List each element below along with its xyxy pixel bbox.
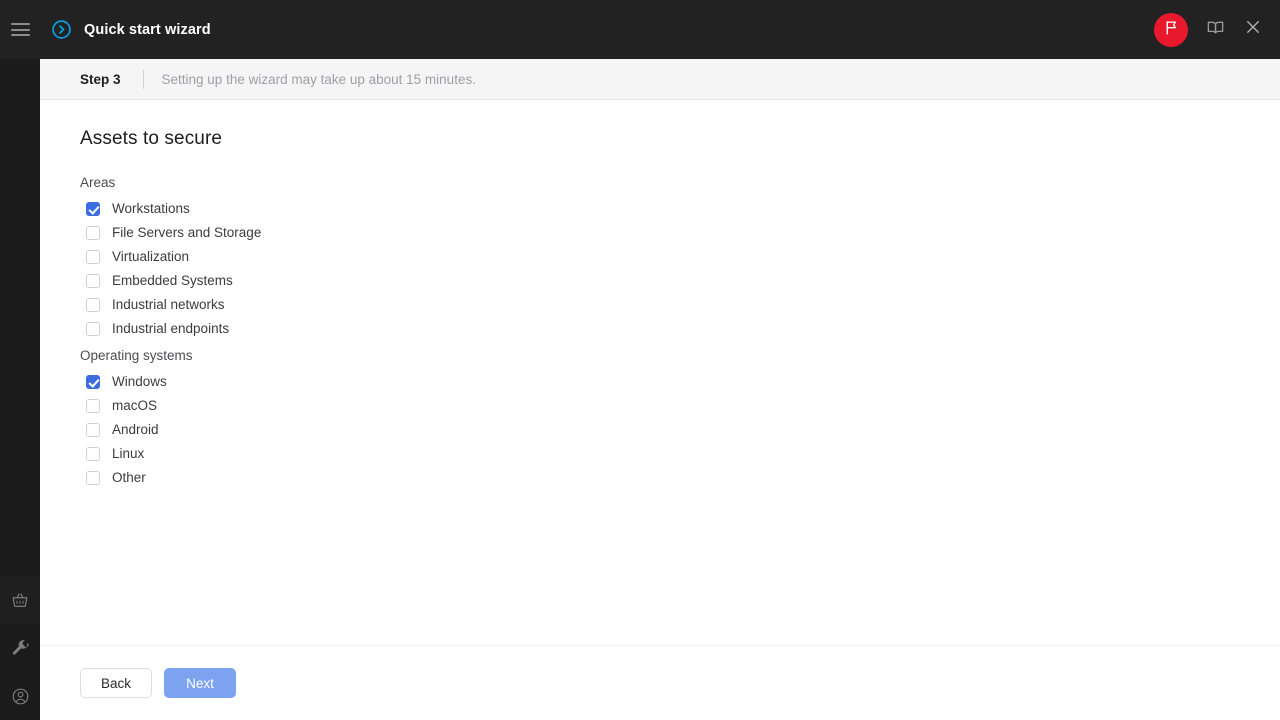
checkbox-unchecked-icon[interactable]: [86, 250, 100, 264]
step-divider: [142, 69, 144, 89]
checkbox-unchecked-icon[interactable]: [86, 322, 100, 336]
help-book-button[interactable]: [1204, 19, 1226, 41]
basket-icon: [11, 591, 29, 609]
checkbox-list: Workstations File Servers and Storage Virt…: [80, 197, 1240, 341]
checkbox-row[interactable]: Industrial endpoints: [80, 317, 1240, 341]
menu-toggle-area[interactable]: [0, 0, 40, 59]
checkbox-label: Windows: [112, 374, 167, 389]
checkbox-row[interactable]: Other: [80, 466, 1240, 490]
checkbox-label: Virtualization: [112, 249, 190, 264]
checkbox-label: Embedded Systems: [112, 273, 233, 288]
checkbox-unchecked-icon[interactable]: [86, 298, 100, 312]
checkbox-unchecked-icon[interactable]: [86, 226, 100, 240]
close-icon: [1244, 18, 1262, 41]
checkbox-list: Windows macOS Android Linux Other: [80, 370, 1240, 490]
group-label: Operating systems: [80, 348, 193, 363]
wizard-window: Quick start wizard Step 3 Setting up the…: [0, 0, 1280, 720]
checkbox-label: Industrial networks: [112, 297, 225, 312]
step-note: Setting up the wizard may take up about …: [161, 71, 476, 87]
wizard-footer: Back Next: [40, 645, 1280, 720]
flag-badge-button[interactable]: [1154, 12, 1188, 47]
checkbox-row[interactable]: File Servers and Storage: [80, 221, 1240, 245]
hamburger-menu-icon[interactable]: [10, 23, 30, 36]
checkbox-checked-icon[interactable]: [86, 375, 100, 389]
checkbox-row[interactable]: Android: [80, 418, 1240, 442]
checkbox-row[interactable]: Embedded Systems: [80, 269, 1240, 293]
rail-item-account[interactable]: [0, 672, 40, 720]
checkbox-row[interactable]: Linux: [80, 442, 1240, 466]
back-button[interactable]: Back: [80, 668, 152, 698]
step-bar: Step 3 Setting up the wizard may take up…: [40, 59, 1280, 100]
checkbox-row[interactable]: Windows: [80, 370, 1240, 394]
rail-item-tools[interactable]: [0, 624, 40, 672]
flag-icon: [1163, 19, 1180, 41]
checkbox-unchecked-icon[interactable]: [86, 274, 100, 288]
checkbox-unchecked-icon[interactable]: [86, 471, 100, 485]
play-circle-icon: [50, 19, 72, 41]
wizard-main: Quick start wizard Step 3 Setting up the…: [40, 0, 1280, 720]
wizard-content: Assets to secure Areas Workstations File S…: [40, 100, 1280, 645]
checkbox-label: macOS: [112, 398, 158, 413]
group-label: Areas: [80, 175, 116, 190]
checkbox-label: Industrial endpoints: [112, 321, 230, 336]
asset-groups: Areas Workstations File Servers and Storag…: [80, 174, 1240, 490]
rail-item-basket[interactable]: [0, 576, 40, 624]
checkbox-checked-icon[interactable]: [86, 202, 100, 216]
window-title: Quick start wizard: [84, 21, 211, 38]
checkbox-label: Other: [112, 470, 146, 485]
checkbox-row[interactable]: macOS: [80, 394, 1240, 418]
step-label: Step 3: [80, 71, 121, 87]
left-nav-rail: [0, 0, 40, 720]
checkbox-label: Workstations: [112, 201, 190, 216]
checkbox-unchecked-icon[interactable]: [86, 399, 100, 413]
window-titlebar: Quick start wizard: [40, 0, 1280, 59]
checkbox-label: File Servers and Storage: [112, 225, 262, 240]
account-circle-icon: [11, 687, 30, 706]
next-button[interactable]: Next: [164, 668, 236, 698]
checkbox-label: Linux: [112, 446, 145, 461]
checkbox-row[interactable]: Industrial networks: [80, 293, 1240, 317]
checkbox-label: Android: [112, 422, 159, 437]
checkbox-unchecked-icon[interactable]: [86, 423, 100, 437]
page-title: Assets to secure: [80, 128, 223, 149]
wrench-icon: [11, 639, 30, 658]
checkbox-unchecked-icon[interactable]: [86, 447, 100, 461]
titlebar-actions: [1154, 12, 1264, 47]
book-icon: [1206, 18, 1225, 42]
close-window-button[interactable]: [1242, 19, 1264, 41]
checkbox-row[interactable]: Workstations: [80, 197, 1240, 221]
checkbox-row[interactable]: Virtualization: [80, 245, 1240, 269]
